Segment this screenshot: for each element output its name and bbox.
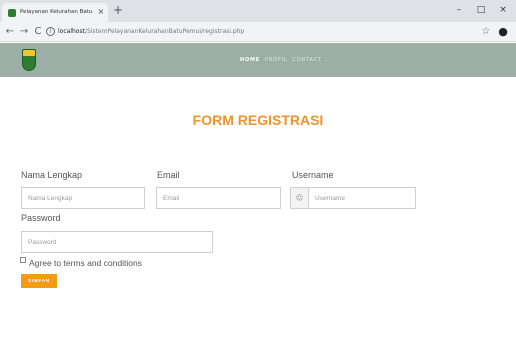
page-title: FORM REGISTRASI — [192, 112, 324, 128]
email-input[interactable] — [156, 187, 281, 209]
site-logo[interactable] — [22, 49, 36, 71]
tab-title: Pelayanan Kelurahan Batu Pemi... — [20, 9, 94, 15]
back-button[interactable]: ← — [4, 25, 16, 39]
tab-close-icon[interactable]: × — [96, 6, 106, 18]
email-label: Email — [157, 170, 180, 180]
favicon-icon — [8, 9, 16, 17]
browser-tab[interactable]: Pelayanan Kelurahan Batu Pemi... × — [2, 3, 108, 22]
nav-menu: HOME PROFIL CONTACT — [240, 54, 350, 66]
username-input[interactable] — [308, 187, 416, 209]
forward-button[interactable]: → — [18, 25, 30, 39]
address-bar: ← → C i localhost/SistemPelayananKelurah… — [0, 22, 516, 42]
terms-label: Agree to terms and conditions — [29, 258, 142, 268]
terms-checkbox[interactable] — [20, 257, 26, 263]
nama-lengkap-label: Nama Lengkap — [21, 170, 83, 180]
site-navbar: HOME PROFIL CONTACT — [0, 43, 516, 77]
password-input[interactable] — [21, 231, 213, 253]
nama-lengkap-input[interactable] — [21, 187, 145, 209]
url-path: /SistemPelayananKelurahanBatuPemui/regis… — [84, 28, 245, 35]
profile-icon[interactable]: ● — [496, 25, 510, 39]
username-label: Username — [292, 170, 334, 180]
nav-item-contact[interactable]: CONTACT — [292, 57, 321, 63]
new-tab-button[interactable]: + — [112, 4, 124, 17]
reload-button[interactable]: C — [32, 25, 44, 39]
close-window-button[interactable]: × — [496, 3, 510, 17]
password-label: Password — [21, 213, 61, 223]
nav-item-profil[interactable]: PROFIL — [265, 57, 287, 63]
browser-tabstrip: Pelayanan Kelurahan Batu Pemi... × + – □… — [0, 0, 516, 22]
nav-item-home[interactable]: HOME — [240, 57, 260, 63]
url-field[interactable]: localhost/SistemPelayananKelurahanBatuPe… — [58, 26, 358, 38]
minimize-button[interactable]: – — [452, 3, 466, 17]
url-host: localhost — [58, 28, 85, 35]
maximize-button[interactable]: □ — [474, 3, 488, 17]
bookmark-star-icon[interactable]: ☆ — [480, 25, 492, 39]
site-info-icon[interactable]: i — [46, 27, 55, 36]
user-icon: ☺ — [290, 187, 308, 209]
simpan-button[interactable]: SIMPAN — [21, 274, 57, 288]
